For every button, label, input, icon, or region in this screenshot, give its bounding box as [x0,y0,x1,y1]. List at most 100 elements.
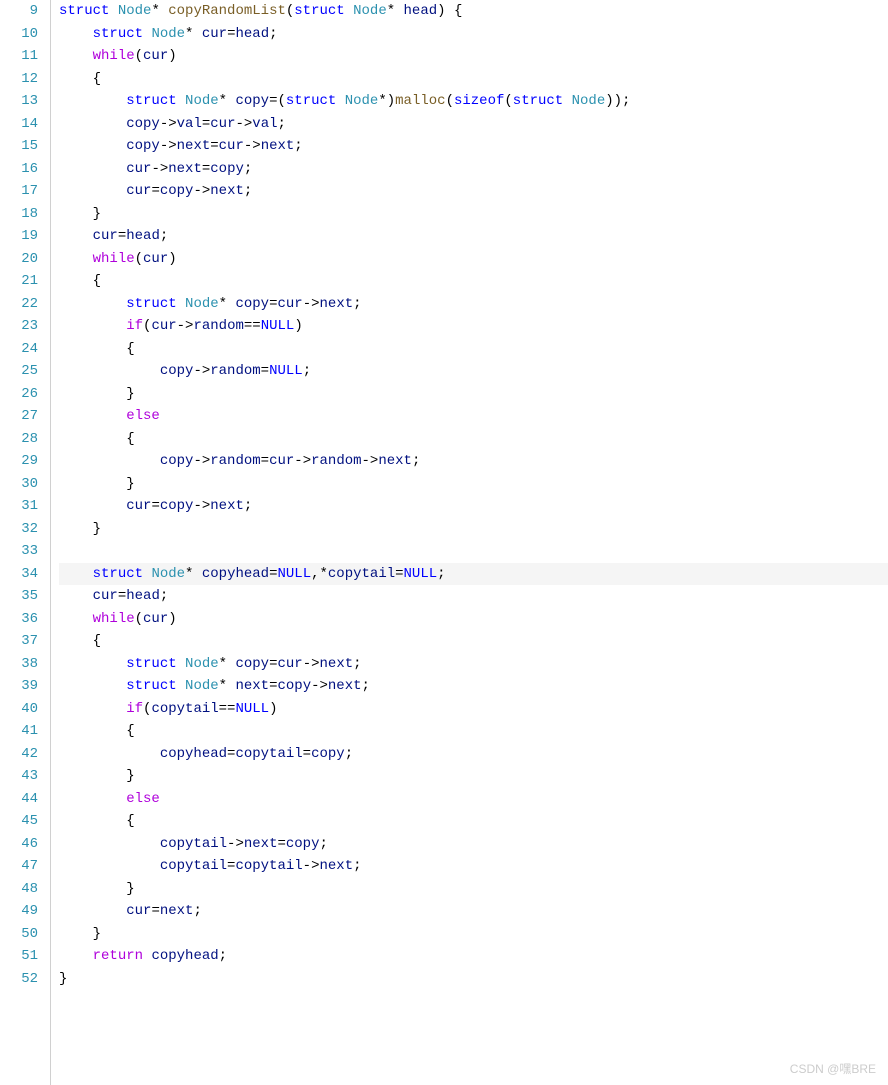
code-token: copytail [160,836,227,852]
code-token: ) [168,48,176,64]
code-line[interactable]: } [59,878,888,901]
code-token: Node [185,656,219,672]
line-number: 46 [0,833,38,856]
code-editor[interactable]: 9101112131415161718192021222324252627282… [0,0,888,1085]
code-line[interactable]: } [59,765,888,788]
code-token: NULL [277,566,311,582]
code-line[interactable]: { [59,428,888,451]
code-line[interactable]: cur=head; [59,225,888,248]
line-number: 22 [0,293,38,316]
code-token [59,206,93,222]
code-token: Node [185,296,219,312]
code-token: copytail [160,858,227,874]
code-token: { [126,723,134,739]
code-token: ; [160,228,168,244]
code-token: = [261,363,269,379]
code-line[interactable]: { [59,68,888,91]
code-line[interactable]: } [59,518,888,541]
code-line[interactable]: struct Node* copy=cur->next; [59,293,888,316]
code-line[interactable]: cur=copy->next; [59,495,888,518]
code-line[interactable]: struct Node* next=copy->next; [59,675,888,698]
line-number: 45 [0,810,38,833]
code-line[interactable]: { [59,810,888,833]
code-line[interactable]: else [59,405,888,428]
code-token [59,273,93,289]
code-token: val [177,116,202,132]
code-line[interactable]: else [59,788,888,811]
code-token: val [252,116,277,132]
line-number: 48 [0,878,38,901]
code-token: = [303,746,311,762]
code-line[interactable]: copyhead=copytail=copy; [59,743,888,766]
code-line[interactable]: { [59,720,888,743]
code-token: struct [126,656,176,672]
code-line[interactable]: { [59,630,888,653]
code-token: * [185,566,202,582]
code-line[interactable]: copy->random=cur->random->next; [59,450,888,473]
code-line[interactable]: return copyhead; [59,945,888,968]
code-line[interactable]: copytail=copytail->next; [59,855,888,878]
code-line[interactable]: if(copytail==NULL) [59,698,888,721]
code-line[interactable]: copy->val=cur->val; [59,113,888,136]
code-token: * [219,656,236,672]
code-token: ( [504,93,512,109]
code-token: -> [193,453,210,469]
code-token: -> [303,656,320,672]
code-line[interactable]: cur=head; [59,585,888,608]
code-content-area[interactable]: struct Node* copyRandomList(struct Node*… [50,0,888,1085]
code-token: ; [269,26,277,42]
code-line[interactable]: } [59,923,888,946]
code-token: -> [294,453,311,469]
code-token [59,183,126,199]
code-line[interactable]: struct Node* cur=head; [59,23,888,46]
code-line[interactable]: struct Node* copyRandomList(struct Node*… [59,0,888,23]
code-token: ; [219,948,227,964]
code-line[interactable]: while(cur) [59,248,888,271]
code-token: ; [294,138,302,154]
line-number: 18 [0,203,38,226]
code-token [59,633,93,649]
code-line[interactable]: copy->random=NULL; [59,360,888,383]
code-line[interactable]: while(cur) [59,45,888,68]
code-line[interactable] [59,540,888,563]
code-line[interactable]: while(cur) [59,608,888,631]
code-token: * [219,678,236,694]
line-number: 50 [0,923,38,946]
code-token: copy [210,161,244,177]
code-token: cur [269,453,294,469]
code-line[interactable]: copy->next=cur->next; [59,135,888,158]
code-token [59,48,93,64]
code-line[interactable]: if(cur->random==NULL) [59,315,888,338]
code-token: ; [319,836,327,852]
code-token: -> [193,363,210,379]
code-token [177,656,185,672]
code-token: cur [126,903,151,919]
code-token: -> [235,116,252,132]
code-token [59,476,126,492]
code-token: cur [126,498,151,514]
code-token: cur [143,251,168,267]
code-token: copyhead [202,566,269,582]
code-line[interactable]: { [59,338,888,361]
code-line[interactable]: cur->next=copy; [59,158,888,181]
code-token: ; [244,498,252,514]
code-token: ; [244,183,252,199]
code-line[interactable]: cur=next; [59,900,888,923]
code-line[interactable]: } [59,473,888,496]
code-token: copy [126,116,160,132]
code-line[interactable]: struct Node* copy=(struct Node*)malloc(s… [59,90,888,113]
code-line[interactable]: } [59,968,888,991]
line-number: 39 [0,675,38,698]
code-line[interactable]: } [59,203,888,226]
code-line[interactable]: struct Node* copyhead=NULL,*copytail=NUL… [59,563,888,586]
code-line[interactable]: struct Node* copy=cur->next; [59,653,888,676]
code-line[interactable]: { [59,270,888,293]
code-token [59,71,93,87]
code-token [59,498,126,514]
code-token: copy [286,836,320,852]
code-token: next [378,453,412,469]
code-token: NULL [269,363,303,379]
code-line[interactable]: } [59,383,888,406]
code-line[interactable]: copytail->next=copy; [59,833,888,856]
code-line[interactable]: cur=copy->next; [59,180,888,203]
